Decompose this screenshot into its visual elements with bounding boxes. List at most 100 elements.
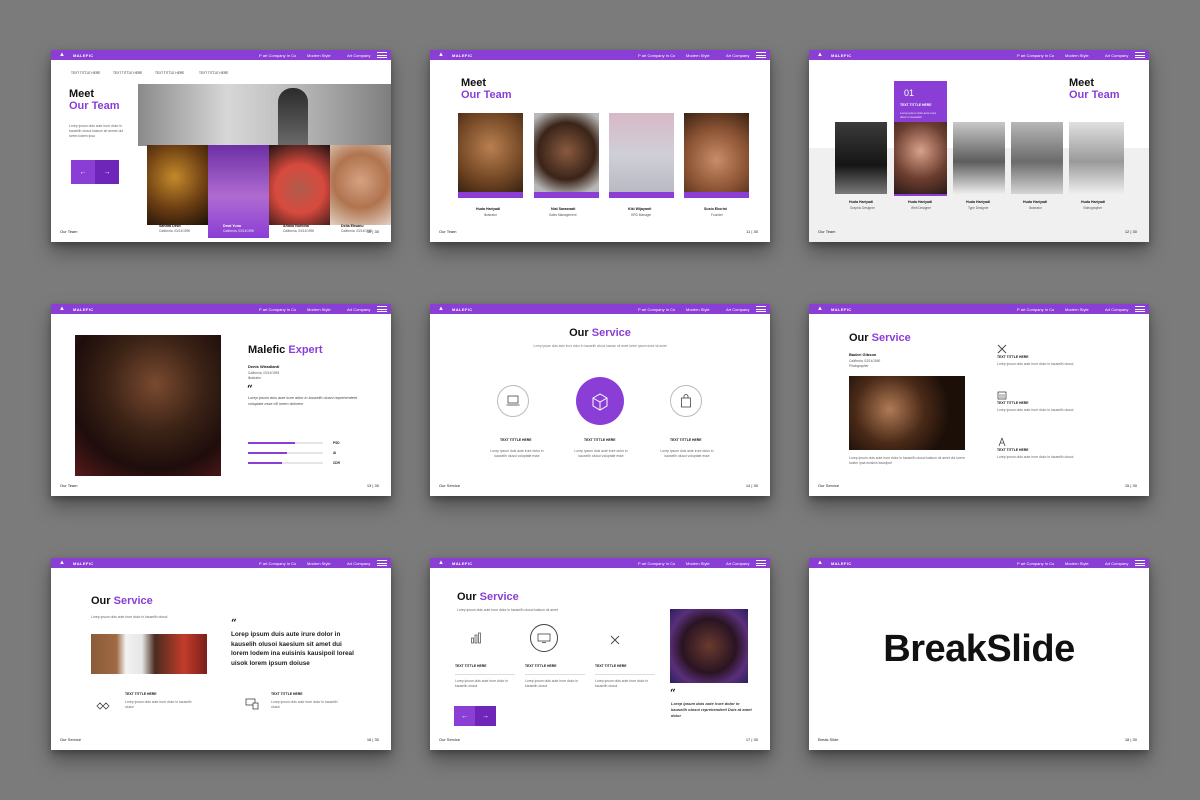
item-para-2: Lorep ipsum duis aute irure dolor in kau… — [271, 700, 338, 709]
footer-section: Our Service — [60, 737, 82, 742]
hamburger-menu-icon — [377, 52, 387, 58]
member-photo-5 — [1069, 122, 1124, 194]
nav-item-2: Modern Style — [1065, 307, 1089, 312]
tab-2: TEXT TITTLE HERE — [113, 71, 143, 75]
service-title: Our Service — [849, 332, 911, 344]
page-number: 14 | 30 — [745, 483, 758, 488]
nav-item-1: P art Company In Co — [1017, 307, 1055, 312]
hamburger-menu-icon — [1135, 306, 1145, 312]
footer-section: Our Team — [818, 229, 836, 234]
brand-label: MALEFIC — [452, 561, 473, 566]
item-title-1: TEXT TITTLE HERE — [125, 692, 157, 696]
nav-item-3: Art Company — [1105, 53, 1129, 58]
slider-arrows[interactable]: ← → — [454, 706, 496, 726]
title-line-2: Our Team — [69, 100, 120, 112]
item-para-2: Lorep ipsum duis aute irure dolor in kau… — [997, 408, 1074, 412]
slide-malefic-expert[interactable]: ▲ MALEFIC P art Company In Co Modern Sty… — [51, 304, 391, 496]
slide-our-service-4[interactable]: ▲ MALEFIC P art Company In Co Modern Sty… — [430, 558, 770, 750]
title-part-a: Our — [569, 327, 592, 339]
skill-label-3: CDR — [333, 461, 340, 465]
member-name-3: Kiki Wijayanti — [628, 207, 652, 211]
portrait-quote: Lorep ipsum duis aute irure dolor in kau… — [671, 701, 752, 718]
chart-icon — [470, 631, 482, 649]
skill-label-2: AI — [333, 451, 337, 455]
member-photo-1 — [458, 113, 523, 198]
brand-label: MALEFIC — [831, 53, 852, 58]
slide-header-bar: ▲ MALEFIC P art Company In Co Modern Sty… — [809, 558, 1149, 568]
member-role-1: California, 03/14/1990 — [159, 229, 191, 233]
brand-label: MALEFIC — [452, 307, 473, 312]
laptop-icon — [497, 385, 529, 417]
member-name-1: Huda Hariyadi — [849, 200, 874, 204]
photo-underline-1 — [458, 192, 523, 198]
brand-label: MALEFIC — [73, 53, 94, 58]
nav-item-1: P art Company In Co — [259, 307, 297, 312]
brand-label: MALEFIC — [831, 561, 852, 566]
nav-item-3: Art Company — [726, 53, 750, 58]
title-part-b: Expert — [288, 344, 323, 356]
item-para-3: Lorep ipsum duis aute irure dolor in kau… — [997, 455, 1074, 459]
item-title-1: TEXT TITTLE HERE — [997, 355, 1029, 359]
page-title: Meet Our Team — [1069, 77, 1120, 101]
logo-mark-icon: ▲ — [438, 306, 444, 312]
service-title: Our Service — [457, 591, 519, 603]
slide-our-service-2[interactable]: ▲ MALEFIC P art Company In Co Modern Sty… — [809, 304, 1149, 496]
expert-quote: Lorep ipsum duis aute irure dolor in kau… — [248, 396, 358, 406]
title-part-b: Service — [871, 332, 911, 344]
slider-arrows[interactable]: ← → — [71, 160, 119, 184]
page-number: 13 | 30 — [366, 483, 379, 488]
slide-meet-our-team-3[interactable]: ▲ MALEFIC P art Company In Co Modern Sty… — [809, 50, 1149, 242]
page-number: 16 | 30 — [366, 737, 379, 742]
slide-header-bar: ▲ MALEFIC P art Company In Co Modern Sty… — [809, 50, 1149, 60]
title-part-a: Our — [91, 595, 114, 607]
logo-mark-icon: ▲ — [59, 52, 65, 58]
footer-section: Our Service — [439, 737, 461, 742]
hamburger-menu-icon — [756, 560, 766, 566]
callout-number: 01 — [904, 88, 915, 98]
member-name-1: Sandra Dewi — [159, 224, 181, 228]
member-role-2: Web Designer — [911, 206, 932, 210]
page-number: 10 | 30 — [366, 229, 379, 234]
devices-icon — [245, 697, 259, 715]
nav-item-3: Art Company — [347, 53, 371, 58]
arrow-right-icon[interactable]: → — [475, 706, 496, 726]
nav-item-3: Art Company — [726, 307, 750, 312]
nav-item-1: P art Company In Co — [1017, 561, 1055, 566]
arrow-right-icon[interactable]: → — [95, 160, 119, 184]
tab-4: TEXT TITTLE HERE — [199, 71, 229, 75]
quote-mark-icon: “ — [670, 688, 676, 699]
slide-meet-our-team-2[interactable]: ▲ MALEFIC P art Company In Co Modern Sty… — [430, 50, 770, 242]
logo-mark-icon: ▲ — [817, 52, 823, 58]
hamburger-menu-icon — [1135, 560, 1145, 566]
quote-mark-icon: “ — [247, 384, 253, 395]
slide-break[interactable]: ▲ MALEFIC P art Company In Co Modern Sty… — [809, 558, 1149, 750]
expert-photo — [75, 335, 221, 476]
footer-section: Our Service — [439, 483, 461, 488]
page-number: 15 | 30 — [1124, 483, 1137, 488]
tab-1: TEXT TITTLE HERE — [71, 71, 101, 75]
member-name-4: Delia Ehsanu — [341, 224, 364, 228]
slide-our-service-3[interactable]: ▲ MALEFIC P art Company In Co Modern Sty… — [51, 558, 391, 750]
nav-item-2: Modern Style — [307, 307, 331, 312]
service-title-2: TEXT TITTLE HERE — [584, 438, 616, 442]
slide-meet-our-team-1[interactable]: ▲ MALEFIC P art Company In Co Modern Sty… — [51, 50, 391, 242]
arrow-left-icon[interactable]: ← — [454, 706, 475, 726]
item-title-2: TEXT TITTLE HERE — [271, 692, 303, 696]
skill-label-1: PSD — [333, 441, 340, 445]
nav-item-2: Modern Style — [686, 307, 710, 312]
arrow-left-icon[interactable]: ← — [71, 160, 95, 184]
break-title: BreakSlide — [883, 628, 1075, 670]
skill-bar-fill — [248, 452, 287, 454]
slide-our-service-1[interactable]: ▲ MALEFIC P art Company In Co Modern Sty… — [430, 304, 770, 496]
service-para-2: Lorep ipsum duis aute irure dolor in kau… — [574, 449, 628, 458]
item-para-3: Lorep ipsum duis aute irure dolor in kau… — [595, 679, 649, 688]
item-title-2: TEXT TITTLE HERE — [997, 401, 1029, 405]
title-line-1: Meet — [461, 77, 487, 89]
nav-item-2: Modern Style — [686, 53, 710, 58]
skill-bar-1 — [248, 442, 323, 444]
tab-3: TEXT TITTLE HERE — [155, 71, 185, 75]
nav-item-3: Art Company — [726, 561, 750, 566]
service-quote: Lorep ipsum duis aute irure dolor in kau… — [231, 631, 354, 667]
divider-line-3 — [595, 674, 655, 675]
hamburger-menu-icon — [1135, 52, 1145, 58]
